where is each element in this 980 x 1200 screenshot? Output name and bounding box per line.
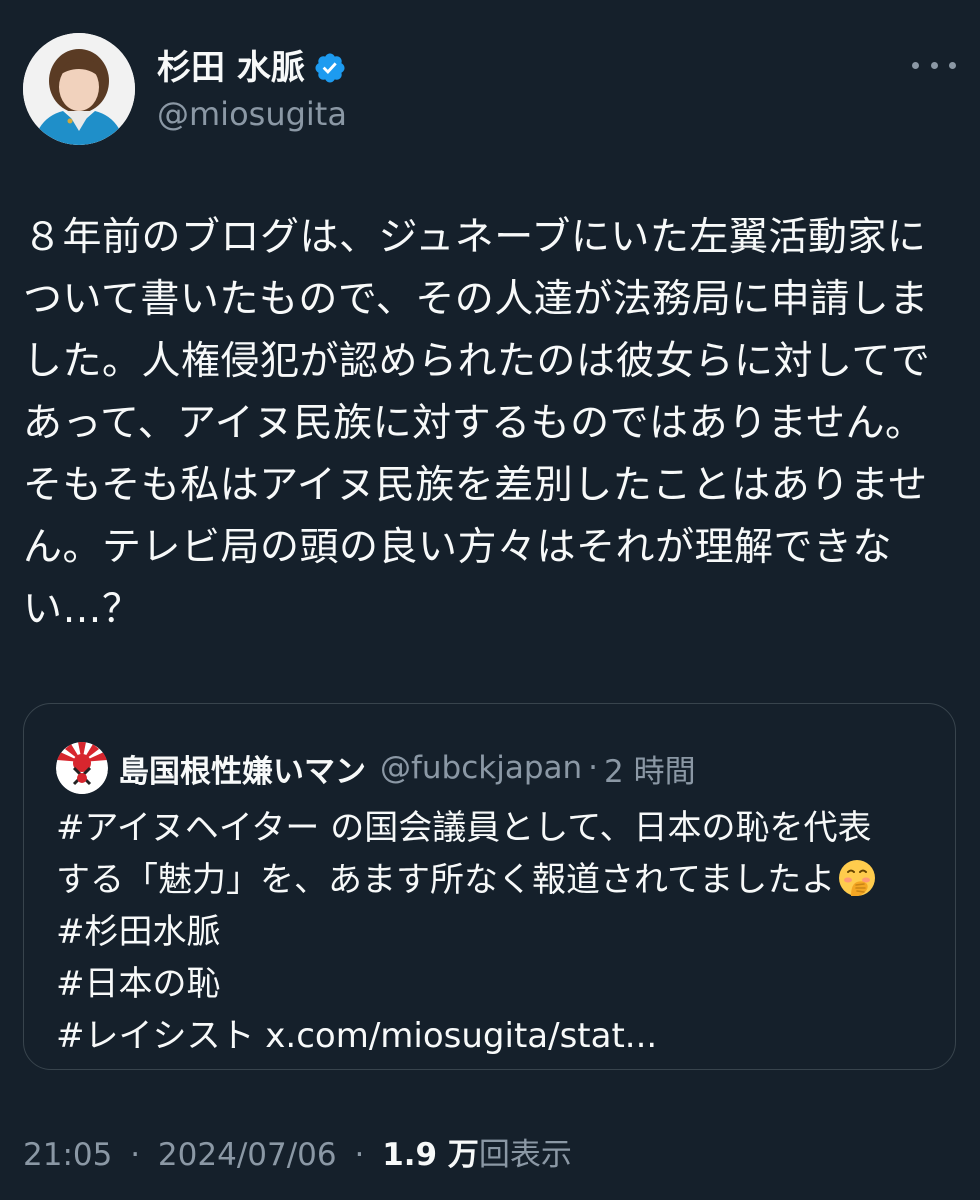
quoted-author-handle[interactable]: @fubckjapan — [380, 750, 582, 786]
quoted-line-text: する「魅力」を、あます所なく報道されてましたよ — [56, 860, 836, 900]
rising-sun-logo-icon — [56, 742, 108, 794]
author-avatar[interactable] — [23, 33, 135, 145]
views-count: 1.9 万 — [382, 1137, 479, 1173]
quoted-line: #レイシスト x.com/miosugita/stat... — [56, 1016, 658, 1056]
quoted-line: #アイヌヘイター の国会議員として、日本の恥を代表 — [56, 808, 872, 848]
separator-dot: · — [588, 750, 599, 786]
quoted-post-time[interactable]: 2 時間 — [604, 746, 696, 791]
verified-badge-icon — [315, 53, 345, 83]
post-line: ８年前のブログは、ジュネーブにいた左翼活動家に — [23, 215, 927, 260]
post-line: ん。テレビ局の頭の良い方々はそれが理解できな — [23, 525, 893, 570]
post-line: い…？ — [23, 587, 142, 632]
author-name-text: 杉田 水脈 — [157, 48, 305, 88]
post-line: ついて書いたもので、その人達が法務局に申請しま — [23, 277, 929, 322]
more-horizontal-icon — [949, 61, 956, 69]
quoted-author-avatar[interactable] — [56, 742, 108, 794]
author-handle[interactable]: @miosugita — [157, 93, 347, 135]
profile-photo-icon — [23, 33, 135, 145]
views-label: 回表示 — [478, 1137, 572, 1173]
separator-dot: · — [354, 1137, 365, 1173]
separator-dot: · — [130, 1137, 141, 1173]
more-horizontal-icon — [930, 61, 938, 69]
quoted-post[interactable]: 島国根性嫌いマン @fubckjapan · 2 時間 #アイヌヘイター の国会… — [23, 703, 956, 1070]
quoted-line: #日本の恥 — [56, 964, 221, 1004]
more-options-button[interactable] — [912, 50, 956, 80]
quoted-post-header: 島国根性嫌いマン @fubckjapan · 2 時間 — [56, 742, 696, 794]
post-date[interactable]: 2024/07/06 — [158, 1137, 337, 1173]
post-line: そもそも私はアイヌ民族を差別したことはありませ — [23, 463, 928, 508]
more-horizontal-icon — [912, 61, 919, 69]
post-line: あって、アイヌ民族に対するものではありません。 — [23, 401, 925, 446]
quoted-line-with-emoji: する「魅力」を、あます所なく報道されてましたよ — [56, 854, 936, 906]
post-text: ８年前のブログは、ジュネーブにいた左翼活動家に ついて書いたもので、その人達が法務… — [23, 207, 958, 641]
author-display-name[interactable]: 杉田 水脈 — [157, 46, 347, 90]
post-time[interactable]: 21:05 — [23, 1137, 112, 1173]
quoted-author-name[interactable]: 島国根性嫌いマン — [118, 746, 366, 791]
post-line: した。人権侵犯が認められたのは彼女らに対してで — [23, 339, 931, 384]
post-meta: 21:05 · 2024/07/06 · 1.9 万回表示 — [23, 1133, 572, 1177]
face-with-hand-over-mouth-icon — [839, 860, 876, 896]
quoted-line: #杉田水脈 — [56, 912, 221, 952]
quoted-post-text: #アイヌヘイター の国会議員として、日本の恥を代表 する「魅力」を、あます所なく… — [56, 802, 936, 1062]
